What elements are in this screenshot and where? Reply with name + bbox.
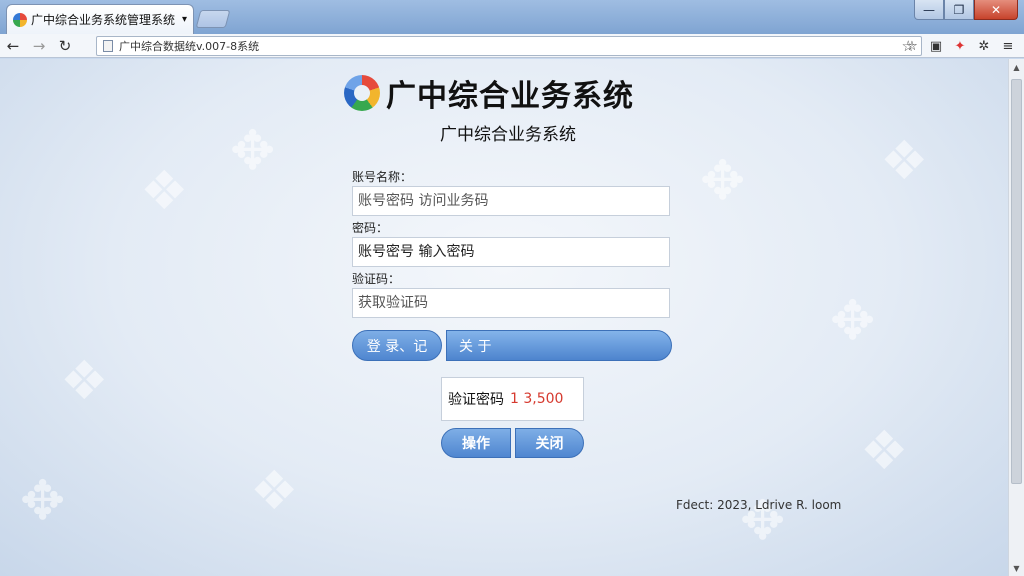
background-watermark-icon: ❖ [60, 349, 109, 412]
browser-titlebar: 广中综合业务系统管理系统 ▾ — ❐ ✕ [0, 0, 1024, 34]
background-watermark-icon: ✥ [700, 149, 746, 212]
background-watermark-icon: ✥ [20, 469, 66, 532]
account-label: 账号名称： [352, 170, 413, 184]
password-input[interactable]: 账号密号 输入密码 [352, 237, 670, 267]
operate-button[interactable]: 操作 [441, 428, 511, 458]
close-page-button[interactable]: 关闭 [515, 428, 584, 458]
login-button[interactable]: 登 录、记 [352, 330, 442, 361]
scroll-down-icon[interactable]: ▼ [1009, 560, 1024, 576]
tab-title: 广中综合业务系统管理系统 [31, 13, 176, 27]
browser-toolbar: ← → ↻ 广中综合数据统v.007-8系统 ☆ ☆ ▣ ✦ ✲ ≡ [0, 34, 1024, 58]
close-button[interactable]: ✕ [974, 0, 1018, 20]
background-watermark-icon: ❖ [860, 419, 909, 482]
background-watermark-icon: ✥ [830, 289, 876, 352]
menu-icon[interactable]: ≡ [996, 39, 1020, 54]
verify-value: 1 3,500 [510, 391, 564, 407]
background-watermark-icon: ❖ [140, 159, 189, 222]
account-input[interactable]: 账号密码 访问业务码 [352, 186, 670, 216]
captcha-input[interactable]: 获取验证码 [352, 288, 670, 318]
password-label: 密码： [352, 221, 389, 235]
scroll-up-icon[interactable]: ▲ [1009, 59, 1024, 75]
page-subtitle: 广中综合业务系统 [440, 125, 576, 145]
tab-menu-icon[interactable]: ▾ [182, 14, 187, 25]
verify-label: 验证密码 [448, 392, 504, 408]
minimize-button[interactable]: — [914, 0, 944, 20]
address-bar[interactable]: 广中综合数据统v.007-8系统 ☆ [96, 36, 922, 56]
about-button[interactable]: 关 于 [446, 330, 672, 361]
reload-button[interactable]: ↻ [52, 34, 78, 58]
page-title: 广中综合业务系统 [386, 79, 634, 114]
browser-tab[interactable]: 广中综合业务系统管理系统 ▾ [6, 4, 194, 34]
favorites-star-icon[interactable]: ☆ [900, 39, 924, 54]
extension-icon[interactable]: ▣ [924, 39, 948, 54]
maximize-button[interactable]: ❐ [944, 0, 974, 20]
verify-box: 验证密码 1 3,500 [441, 377, 584, 421]
back-button[interactable]: ← [0, 34, 26, 58]
page-icon [103, 40, 113, 52]
logo-header: 广中综合业务系统 [344, 71, 634, 115]
favicon-icon [13, 12, 27, 27]
background-watermark-icon: ❖ [250, 459, 299, 522]
captcha-label: 验证码： [352, 272, 401, 286]
window-controls: — ❐ ✕ [914, 0, 1018, 20]
login-form: 账号名称： 账号密码 访问业务码 密码： 账号密号 输入密码 验证码： 获取验证… [352, 168, 672, 321]
toolbar-right-tools: ☆ ▣ ✦ ✲ ≡ [900, 34, 1020, 58]
extension-red-icon[interactable]: ✦ [948, 39, 972, 54]
logo-icon [344, 75, 380, 111]
url-text[interactable]: 广中综合数据统v.007-8系统 [119, 38, 896, 54]
login-button-row: 登 录、记 关 于 [352, 330, 672, 361]
forward-button[interactable]: → [26, 34, 52, 58]
footer-text: Fdect: 2023, Ldrive R. loom [676, 498, 842, 512]
new-tab-button[interactable] [195, 10, 231, 28]
settings-gear-icon[interactable]: ✲ [972, 39, 996, 54]
